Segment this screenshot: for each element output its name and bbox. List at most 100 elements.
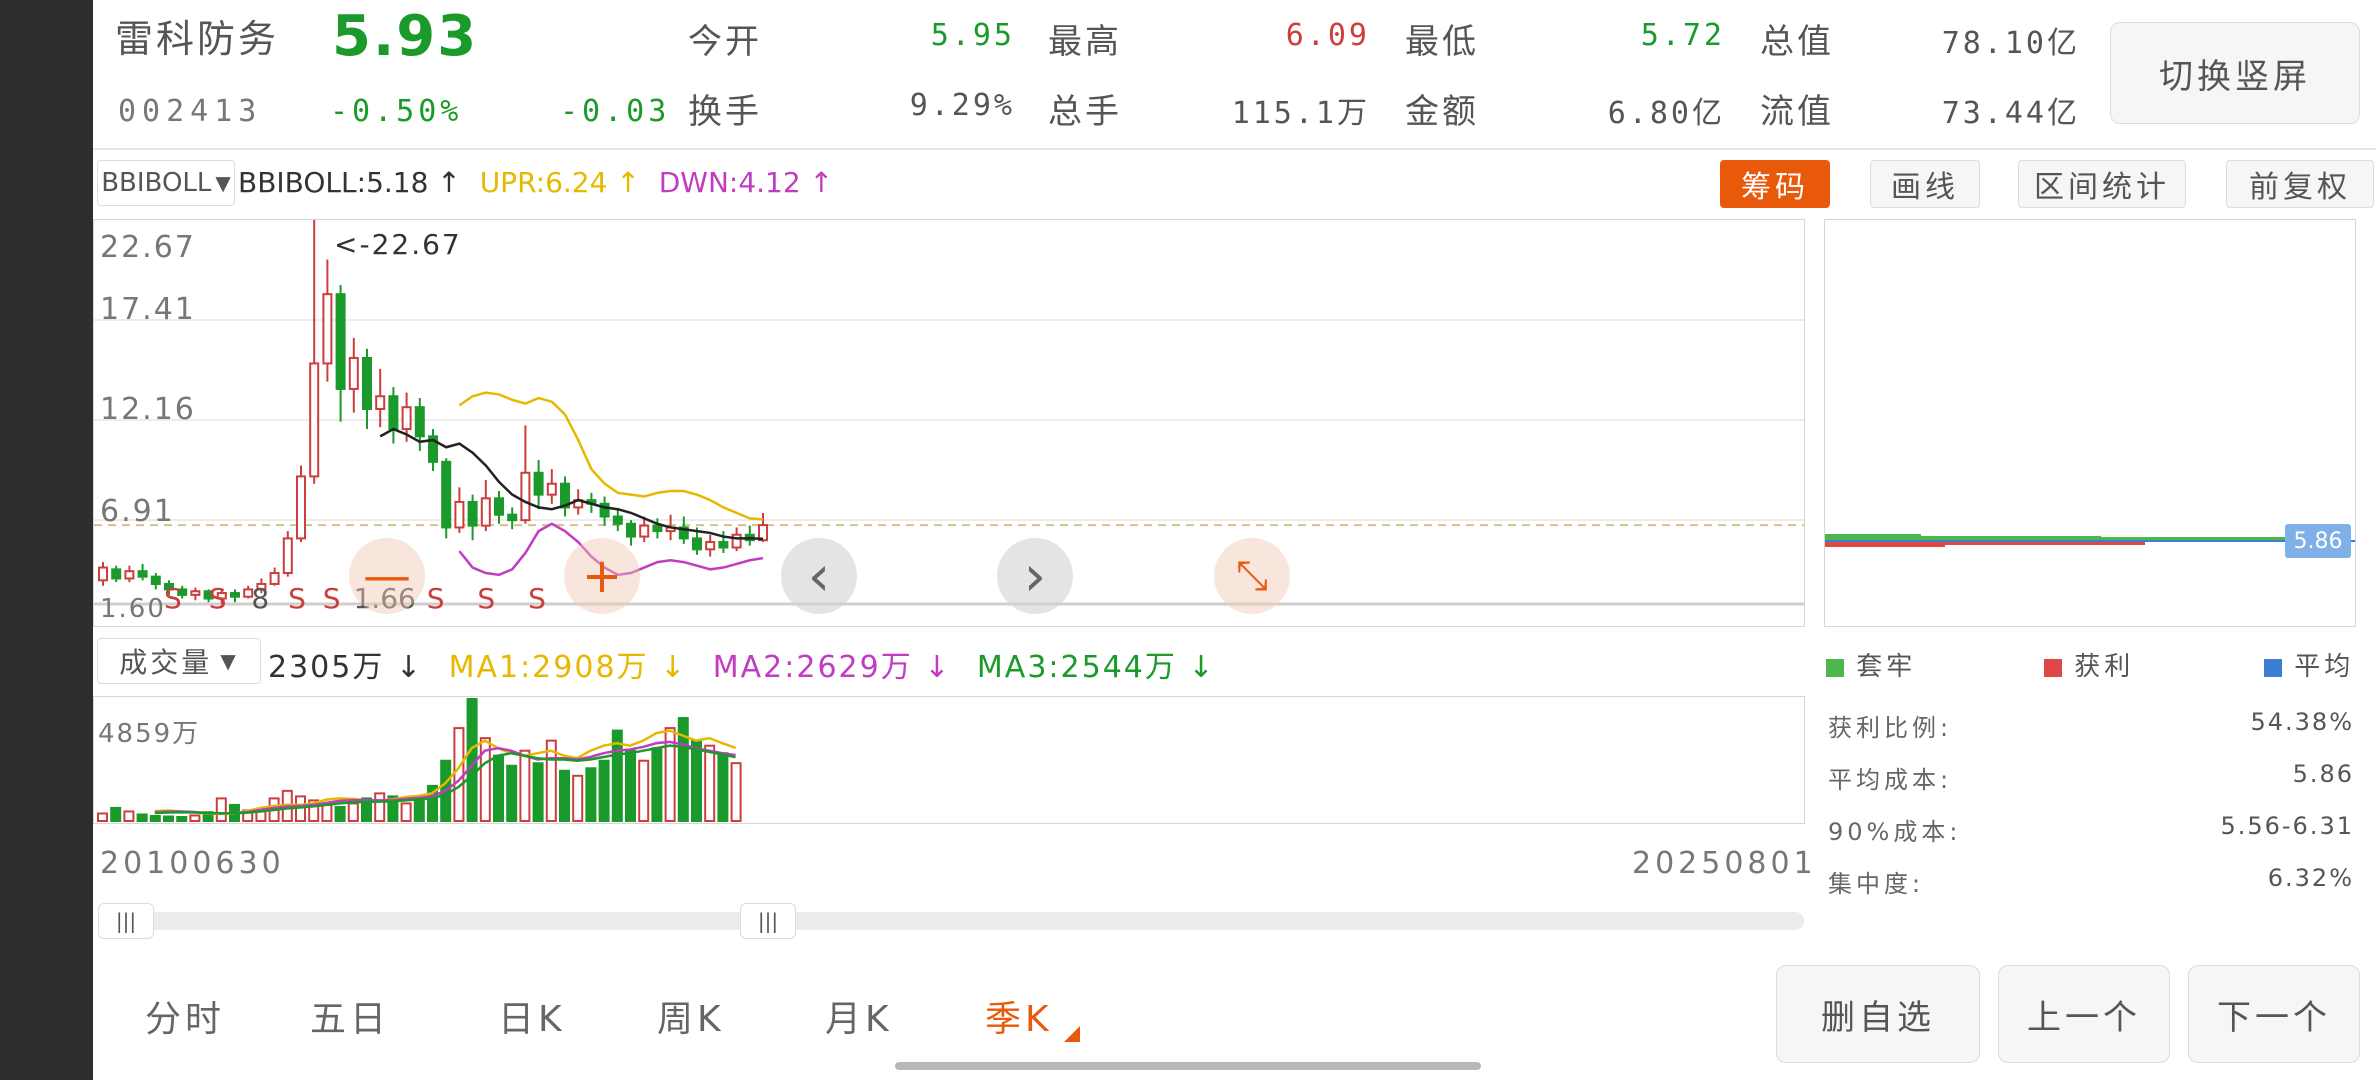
tab-daily-k[interactable]: 日K bbox=[498, 990, 566, 1042]
volume-chart-panel[interactable]: 4859万 bbox=[93, 696, 1805, 824]
draw-line-button[interactable]: 画线 bbox=[1870, 160, 1980, 208]
signal-s: S bbox=[426, 582, 445, 615]
upr-value: UPR:6.24 ↑ bbox=[479, 166, 640, 199]
volume-bar bbox=[625, 749, 636, 822]
delete-watchlist-button[interactable]: 删自选 bbox=[1776, 965, 1980, 1063]
candle bbox=[282, 537, 293, 575]
volume-bar bbox=[176, 815, 188, 822]
volume-bar bbox=[532, 762, 544, 823]
volume-bar bbox=[215, 797, 227, 822]
candle bbox=[507, 513, 518, 522]
candle bbox=[520, 471, 531, 522]
main-chart-panel[interactable]: 22.67 17.41 12.16 6.91 1.60 <-22.67 S S … bbox=[93, 219, 1805, 627]
volume-selector-label: 成交量 bbox=[119, 646, 213, 679]
stat-value: 6.32% bbox=[2267, 864, 2354, 892]
volume-current: 2305万 ↓ bbox=[268, 650, 424, 685]
volume-bar bbox=[519, 749, 531, 822]
y-tick-4: 1.60 bbox=[100, 594, 166, 624]
start-date: 20100630 bbox=[100, 846, 285, 881]
stat-label: 获利比例: bbox=[1828, 714, 1953, 742]
volume-bar bbox=[136, 813, 148, 823]
tab-intraday[interactable]: 分时 bbox=[145, 990, 225, 1042]
chip-bar-profit bbox=[1945, 542, 2145, 545]
candle bbox=[731, 533, 742, 549]
volume-indicator-selector[interactable]: 成交量 ▼ bbox=[97, 638, 261, 684]
adjust-mode-button[interactable]: 前复权 bbox=[2226, 160, 2374, 208]
tab-monthly-k[interactable]: 月K bbox=[825, 990, 893, 1042]
signal-s: S bbox=[477, 582, 496, 615]
grid-lines bbox=[94, 319, 1804, 521]
scroll-right-button[interactable]: › bbox=[997, 538, 1073, 614]
range-slider-track[interactable] bbox=[100, 912, 1804, 930]
average-cost-tag: 5.86 bbox=[2285, 524, 2351, 558]
candle bbox=[362, 356, 372, 410]
volume-bar bbox=[704, 744, 716, 822]
volume-bar bbox=[691, 739, 702, 822]
y-tick-3: 6.91 bbox=[100, 494, 175, 529]
candle bbox=[388, 395, 399, 431]
next-stock-button[interactable]: 下一个 bbox=[2188, 965, 2360, 1063]
total-cap-value: 78.10亿 bbox=[1941, 26, 2080, 61]
candle bbox=[441, 460, 452, 529]
switch-portrait-button[interactable]: 切换竖屏 bbox=[2110, 22, 2360, 124]
previous-stock-button[interactable]: 上一个 bbox=[1998, 965, 2170, 1063]
zoom-in-button[interactable]: + bbox=[564, 538, 640, 614]
range-handle-start[interactable]: ||| bbox=[98, 903, 154, 939]
volume-bar bbox=[506, 764, 518, 822]
high-value: 6.09 bbox=[1285, 18, 1370, 53]
legend-profit: 获利 bbox=[2074, 652, 2135, 682]
tab-five-day[interactable]: 五日 bbox=[310, 990, 390, 1042]
bbiboll-value: BBIBOLL:5.18 ↑ bbox=[238, 166, 461, 199]
tab-weekly-k[interactable]: 周K bbox=[657, 990, 725, 1042]
stock-code: 002413 bbox=[118, 94, 263, 129]
y-tick-0: 22.67 bbox=[100, 230, 196, 265]
candle bbox=[626, 522, 636, 538]
legend-trapped-swatch bbox=[1826, 658, 1844, 677]
volume-bar bbox=[347, 802, 359, 823]
candle bbox=[533, 471, 544, 496]
chip-bar-profit bbox=[1825, 542, 1945, 547]
candle bbox=[480, 497, 491, 527]
turnover-value: 9.29% bbox=[909, 88, 1015, 123]
volume-ma2: MA2:2629万 ↓ bbox=[712, 650, 952, 685]
candle bbox=[718, 541, 729, 549]
legend-profit-swatch bbox=[2044, 658, 2062, 677]
signal-s: S bbox=[288, 582, 306, 615]
indicator-selector[interactable]: BBIBOLL ▼ bbox=[97, 160, 235, 206]
chips-button[interactable]: 筹码 bbox=[1720, 160, 1830, 208]
end-date: 20250801 bbox=[1632, 846, 1817, 881]
candle bbox=[401, 406, 412, 431]
tab-quarterly-k[interactable]: 季K bbox=[985, 990, 1053, 1042]
volume-max-label: 4859万 bbox=[98, 719, 201, 749]
volume-bar bbox=[110, 806, 122, 823]
stat-label: 集中度: bbox=[1828, 870, 1925, 898]
candle bbox=[296, 475, 306, 540]
candle bbox=[494, 497, 504, 516]
candle bbox=[309, 362, 320, 478]
candle bbox=[692, 537, 702, 551]
chip-bar-trapped bbox=[1825, 534, 1921, 540]
scroll-left-button[interactable]: ‹ bbox=[781, 538, 857, 614]
tab-dropdown-indicator-icon[interactable] bbox=[1064, 1026, 1080, 1042]
legend-average: 平均 bbox=[2294, 652, 2355, 682]
volume-bar bbox=[585, 767, 597, 822]
amount-value: 6.80亿 bbox=[1607, 96, 1725, 131]
left-system-bar bbox=[0, 0, 93, 1080]
zoom-out-button[interactable]: — bbox=[349, 538, 425, 614]
stat-value: 5.86 bbox=[2292, 760, 2354, 788]
volume-bar bbox=[493, 754, 504, 822]
collapse-icon[interactable]: ⤡ bbox=[1214, 538, 1290, 614]
amount-label: 金额 bbox=[1405, 92, 1479, 132]
stat-value: 5.56-6.31 bbox=[2220, 812, 2354, 840]
range-handle-end[interactable]: ||| bbox=[740, 903, 796, 939]
volume-bar bbox=[189, 814, 201, 822]
turnover-label: 换手 bbox=[688, 92, 762, 132]
home-indicator[interactable] bbox=[895, 1062, 1481, 1070]
volume-bar bbox=[572, 774, 584, 823]
interval-stats-button[interactable]: 区间统计 bbox=[2018, 160, 2186, 208]
volume-bar bbox=[453, 727, 465, 822]
candle bbox=[705, 541, 716, 551]
candle bbox=[639, 524, 650, 538]
y-tick-1: 17.41 bbox=[100, 292, 196, 327]
float-cap-label: 流值 bbox=[1760, 92, 1834, 132]
